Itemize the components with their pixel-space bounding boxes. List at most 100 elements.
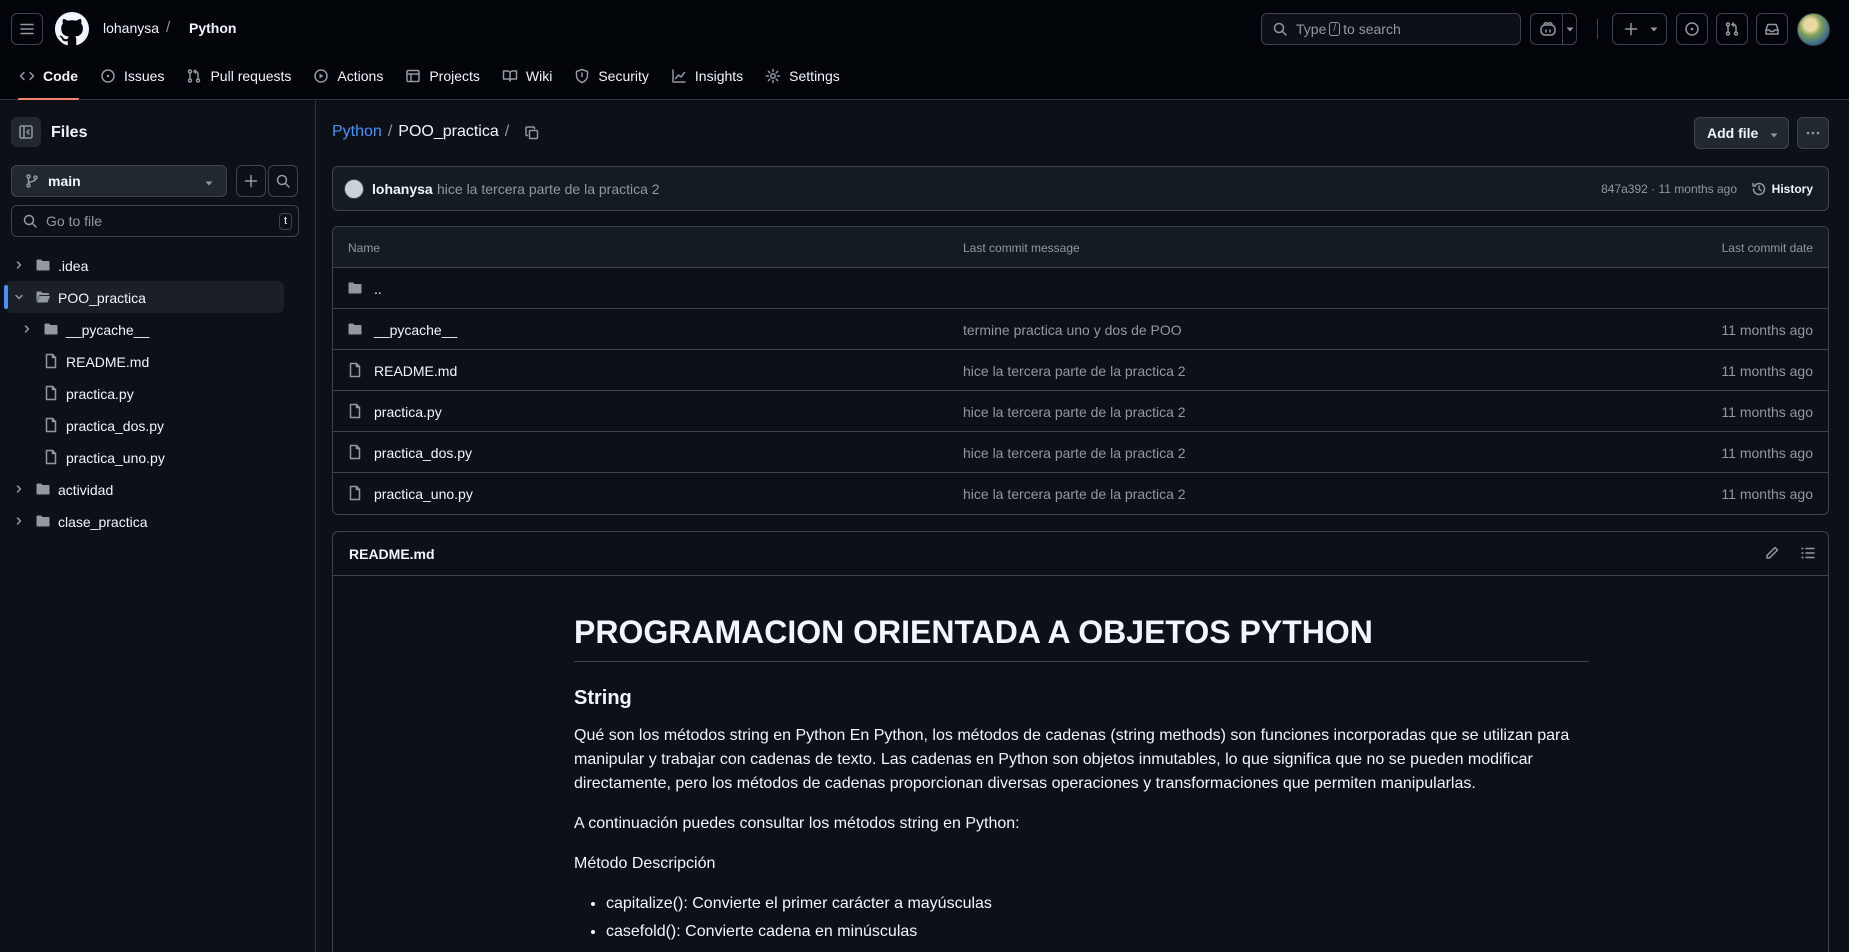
sidebar-collapse-icon xyxy=(19,125,33,139)
play-icon xyxy=(313,68,329,84)
commit-message-link[interactable]: hice la tercera parte de la practica 2 xyxy=(963,486,1186,502)
table-row[interactable]: practica.py hice la tercera parte de la p… xyxy=(333,391,1828,432)
commit-author-avatar[interactable] xyxy=(344,179,364,199)
commit-hash-and-time[interactable]: 847a392 · 11 months ago xyxy=(1601,182,1737,196)
tab-pull-requests[interactable]: Pull requests xyxy=(175,58,302,94)
commit-message-link[interactable]: hice la tercera parte de la practica 2 xyxy=(963,445,1186,461)
issues-button[interactable] xyxy=(1676,13,1708,45)
table-row[interactable]: README.md hice la tercera parte de la pra… xyxy=(333,350,1828,391)
history-button[interactable]: History xyxy=(1751,181,1813,197)
path-breadcrumb: Python / POO_practica / xyxy=(332,123,509,141)
tree-folder-item[interactable]: __pycache__ xyxy=(0,313,316,345)
plus-icon xyxy=(244,174,258,188)
path-repo-link[interactable]: Python xyxy=(332,123,382,141)
hamburger-icon xyxy=(20,23,34,35)
chevron-right-icon[interactable] xyxy=(13,259,25,271)
commit-message-link[interactable]: hice la tercera parte de la practica 2 xyxy=(963,363,1186,379)
tree-file-item[interactable]: practica.py xyxy=(0,377,316,409)
menu-button[interactable] xyxy=(11,13,43,45)
tab-wiki[interactable]: Wiki xyxy=(491,58,563,94)
tree-item-label: .idea xyxy=(58,258,89,274)
table-row[interactable]: __pycache__ termine practica uno y dos de… xyxy=(333,309,1828,350)
search-icon xyxy=(1273,22,1287,36)
chevron-right-icon[interactable] xyxy=(21,323,33,335)
file-name-link[interactable]: __pycache__ xyxy=(374,322,457,338)
column-last-commit-date: Last commit date xyxy=(1721,241,1813,255)
github-logo-icon[interactable] xyxy=(55,12,89,46)
chevron-down-icon[interactable] xyxy=(13,291,25,303)
search-placeholder-before: Type xyxy=(1296,21,1327,37)
outline-button[interactable] xyxy=(1800,545,1816,561)
branch-selector[interactable]: main xyxy=(11,165,227,197)
issue-opened-icon xyxy=(1685,22,1699,36)
add-file-button[interactable] xyxy=(236,165,266,197)
tree-file-item[interactable]: README.md xyxy=(0,345,316,377)
readme-panel: README.md PROGRAMACION ORIENTADA A OBJET… xyxy=(332,531,1829,952)
inbox-icon xyxy=(1765,23,1779,35)
edit-readme-button[interactable] xyxy=(1764,545,1780,561)
commit-message[interactable]: hice la tercera parte de la practica 2 xyxy=(437,181,660,197)
tree-file-item[interactable]: practica_uno.py xyxy=(0,441,316,473)
chevron-right-icon[interactable] xyxy=(13,515,25,527)
parent-directory-row[interactable]: .. xyxy=(333,268,1828,309)
create-new-button[interactable] xyxy=(1612,13,1667,45)
pull-requests-button[interactable] xyxy=(1716,13,1748,45)
tree-folder-item[interactable]: clase_practica xyxy=(0,505,316,537)
copy-icon xyxy=(525,126,539,140)
file-name-link[interactable]: practica.py xyxy=(374,404,442,420)
folder-open-icon xyxy=(35,289,51,305)
tab-projects[interactable]: Projects xyxy=(394,58,491,94)
tree-file-item[interactable]: practica_dos.py xyxy=(0,409,316,441)
add-file-dropdown[interactable]: Add file xyxy=(1694,117,1789,149)
tab-settings[interactable]: Settings xyxy=(754,58,851,94)
file-icon xyxy=(43,385,59,401)
parent-directory-link[interactable]: .. xyxy=(374,281,382,297)
main-content: Python / POO_practica / Add file lohanys… xyxy=(317,101,1849,952)
table-row[interactable]: practica_uno.py hice la tercera parte de … xyxy=(333,473,1828,514)
collapse-sidebar-button[interactable] xyxy=(11,117,41,147)
list-unordered-icon xyxy=(1801,547,1815,559)
more-options-button[interactable] xyxy=(1797,117,1829,149)
table-row[interactable]: practica_dos.py hice la tercera parte de … xyxy=(333,432,1828,473)
inbox-button[interactable] xyxy=(1756,13,1788,45)
table-icon xyxy=(405,68,421,84)
file-icon xyxy=(43,353,59,369)
tab-label: Code xyxy=(43,68,78,84)
file-name-link[interactable]: practica_dos.py xyxy=(374,445,472,461)
file-icon xyxy=(43,449,59,465)
tab-label: Projects xyxy=(429,68,480,84)
readme-body: PROGRAMACION ORIENTADA A OBJETOS PYTHON … xyxy=(574,612,1589,948)
user-avatar[interactable] xyxy=(1797,13,1830,46)
commit-author[interactable]: lohanysa xyxy=(372,181,433,197)
breadcrumb-repo[interactable]: Python xyxy=(189,20,236,36)
chevron-right-icon[interactable] xyxy=(13,483,25,495)
tab-issues[interactable]: Issues xyxy=(89,58,175,94)
list-item: capitalize(): Convierte el primer caráct… xyxy=(606,892,1589,916)
go-to-file-input[interactable]: Go to file t xyxy=(11,205,299,237)
tree-folder-item[interactable]: .idea xyxy=(0,249,316,281)
commit-message-link[interactable]: hice la tercera parte de la practica 2 xyxy=(963,404,1186,420)
tree-item-label: clase_practica xyxy=(58,514,148,530)
tab-code[interactable]: Code xyxy=(8,58,89,100)
search-input[interactable]: Type / to search xyxy=(1261,13,1521,45)
readme-title[interactable]: README.md xyxy=(349,546,435,562)
copilot-button[interactable] xyxy=(1530,13,1577,45)
readme-paragraph: A continuación puedes consultar los méto… xyxy=(574,815,1020,832)
tab-label: Actions xyxy=(337,68,384,84)
tab-label: Pull requests xyxy=(210,68,292,84)
copy-path-button[interactable] xyxy=(520,121,544,145)
file-name-link[interactable]: README.md xyxy=(374,363,457,379)
commit-message-link[interactable]: termine practica uno y dos de POO xyxy=(963,322,1182,338)
search-icon xyxy=(276,174,290,188)
tab-security[interactable]: Security xyxy=(563,58,660,94)
copilot-icon xyxy=(1540,22,1556,36)
readme-paragraph: Método Descripción xyxy=(574,855,716,872)
file-name-link[interactable]: practica_uno.py xyxy=(374,486,473,502)
tree-folder-item[interactable]: actividad xyxy=(0,473,316,505)
search-files-button[interactable] xyxy=(268,165,298,197)
tab-insights[interactable]: Insights xyxy=(660,58,754,94)
tab-actions[interactable]: Actions xyxy=(302,58,394,94)
breadcrumb-owner[interactable]: lohanysa xyxy=(103,20,159,36)
caret-down-icon xyxy=(1770,133,1778,138)
tree-folder-item[interactable]: POO_practica xyxy=(4,281,284,313)
